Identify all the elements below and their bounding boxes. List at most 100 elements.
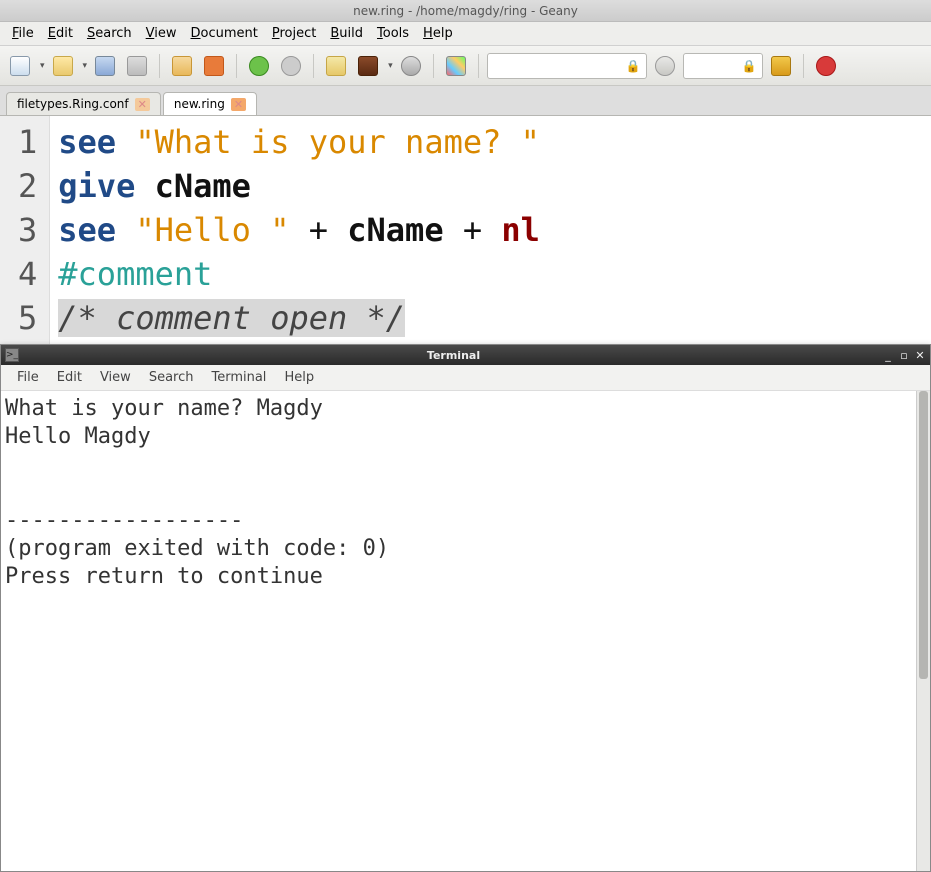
toolbar-separator bbox=[433, 54, 434, 78]
comment: #comment bbox=[58, 255, 212, 293]
code-content[interactable]: see "What is your name? " give cName see… bbox=[50, 116, 548, 344]
goto-line-button[interactable] bbox=[767, 52, 795, 80]
maximize-button[interactable]: ▫ bbox=[898, 349, 910, 362]
color-chooser-button[interactable] bbox=[442, 52, 470, 80]
close-tab-icon[interactable]: ✕ bbox=[231, 98, 246, 111]
tab-new-ring[interactable]: new.ring ✕ bbox=[163, 92, 257, 115]
code-editor[interactable]: 1 2 3 4 5 see "What is your name? " give… bbox=[0, 116, 931, 344]
terminal-output[interactable]: What is your name? Magdy Hello Magdy ---… bbox=[1, 391, 930, 871]
constant: nl bbox=[501, 211, 540, 249]
line-number: 5 bbox=[18, 296, 37, 340]
term-menu-terminal[interactable]: Terminal bbox=[203, 368, 274, 387]
line-gutter: 1 2 3 4 5 bbox=[0, 116, 50, 344]
search-input[interactable] bbox=[487, 53, 647, 79]
build-button[interactable] bbox=[354, 52, 382, 80]
open-file-icon bbox=[53, 56, 73, 76]
nav-back-button[interactable] bbox=[245, 52, 273, 80]
terminal-text: What is your name? Magdy Hello Magdy ---… bbox=[5, 396, 389, 589]
save-all-button[interactable] bbox=[123, 52, 151, 80]
terminal-titlebar[interactable]: >_ Terminal _ ▫ ✕ bbox=[1, 345, 930, 365]
line-number: 4 bbox=[18, 252, 37, 296]
build-icon bbox=[358, 56, 378, 76]
close-file-icon bbox=[204, 56, 224, 76]
term-menu-search[interactable]: Search bbox=[141, 368, 202, 387]
nav-forward-icon bbox=[281, 56, 301, 76]
terminal-scrollbar[interactable] bbox=[916, 391, 930, 871]
execute-icon bbox=[401, 56, 421, 76]
term-menu-edit[interactable]: Edit bbox=[49, 368, 90, 387]
toolbar-separator bbox=[803, 54, 804, 78]
compile-button[interactable] bbox=[322, 52, 350, 80]
quit-button[interactable] bbox=[812, 52, 840, 80]
geany-toolbar: ▾ ▾ ▾ 🔒 🔒 bbox=[0, 46, 931, 86]
line-number: 1 bbox=[18, 120, 37, 164]
menu-help[interactable]: Help bbox=[417, 24, 459, 43]
revert-button[interactable] bbox=[168, 52, 196, 80]
tab-label: new.ring bbox=[174, 97, 225, 111]
toolbar-separator bbox=[236, 54, 237, 78]
keyword: see bbox=[58, 123, 116, 161]
toolbar-separator bbox=[159, 54, 160, 78]
minimize-button[interactable]: _ bbox=[882, 349, 894, 362]
term-menu-file[interactable]: File bbox=[9, 368, 47, 387]
menu-document[interactable]: Document bbox=[185, 24, 264, 43]
operator: + bbox=[289, 211, 347, 249]
string-literal: "Hello " bbox=[135, 211, 289, 249]
terminal-menubar: File Edit View Search Terminal Help bbox=[1, 365, 930, 391]
new-file-icon bbox=[10, 56, 30, 76]
term-menu-view[interactable]: View bbox=[92, 368, 139, 387]
terminal-icon: >_ bbox=[5, 348, 19, 362]
menu-view[interactable]: View bbox=[140, 24, 183, 43]
goto-field-wrap: 🔒 bbox=[683, 53, 763, 79]
toolbar-separator bbox=[313, 54, 314, 78]
menu-project[interactable]: Project bbox=[266, 24, 323, 43]
terminal-title: Terminal bbox=[25, 349, 882, 362]
menu-build[interactable]: Build bbox=[324, 24, 369, 43]
tab-filetypes-conf[interactable]: filetypes.Ring.conf ✕ bbox=[6, 92, 161, 115]
identifier: cName bbox=[155, 167, 251, 205]
find-button[interactable] bbox=[651, 52, 679, 80]
menu-tools[interactable]: Tools bbox=[371, 24, 415, 43]
terminal-window: >_ Terminal _ ▫ ✕ File Edit View Search … bbox=[0, 344, 931, 872]
toolbar-separator bbox=[478, 54, 479, 78]
save-icon bbox=[95, 56, 115, 76]
compile-icon bbox=[326, 56, 346, 76]
nav-forward-button[interactable] bbox=[277, 52, 305, 80]
color-icon bbox=[446, 56, 466, 76]
line-number: 3 bbox=[18, 208, 37, 252]
geany-title-text: new.ring - /home/magdy/ring - Geany bbox=[353, 4, 578, 18]
open-recent-dropdown[interactable]: ▾ bbox=[83, 61, 88, 71]
execute-button[interactable] bbox=[397, 52, 425, 80]
new-file-button[interactable] bbox=[6, 52, 34, 80]
operator: + bbox=[444, 211, 502, 249]
save-all-icon bbox=[127, 56, 147, 76]
string-literal: "What is your name? " bbox=[135, 123, 540, 161]
term-menu-help[interactable]: Help bbox=[276, 368, 322, 387]
nav-back-icon bbox=[249, 56, 269, 76]
build-dropdown[interactable]: ▾ bbox=[388, 61, 393, 71]
scrollbar-thumb[interactable] bbox=[919, 391, 928, 679]
menu-file[interactable]: File bbox=[6, 24, 40, 43]
geany-titlebar: new.ring - /home/magdy/ring - Geany bbox=[0, 0, 931, 22]
close-window-button[interactable]: ✕ bbox=[914, 349, 926, 362]
close-tab-icon[interactable]: ✕ bbox=[135, 98, 150, 111]
keyword: see bbox=[58, 211, 116, 249]
quit-icon bbox=[816, 56, 836, 76]
new-file-dropdown[interactable]: ▾ bbox=[40, 61, 45, 71]
block-comment: /* comment open */ bbox=[58, 299, 405, 337]
menu-edit[interactable]: Edit bbox=[42, 24, 79, 43]
lock-icon: 🔒 bbox=[626, 59, 641, 73]
close-file-button[interactable] bbox=[200, 52, 228, 80]
search-icon bbox=[655, 56, 675, 76]
save-button[interactable] bbox=[91, 52, 119, 80]
tab-label: filetypes.Ring.conf bbox=[17, 97, 129, 111]
document-tabs: filetypes.Ring.conf ✕ new.ring ✕ bbox=[0, 86, 931, 116]
window-controls: _ ▫ ✕ bbox=[882, 349, 926, 362]
keyword: give bbox=[58, 167, 135, 205]
open-file-button[interactable] bbox=[49, 52, 77, 80]
geany-menubar: File Edit Search View Document Project B… bbox=[0, 22, 931, 46]
line-number: 2 bbox=[18, 164, 37, 208]
identifier: cName bbox=[347, 211, 443, 249]
menu-search[interactable]: Search bbox=[81, 24, 138, 43]
search-field-wrap: 🔒 bbox=[487, 53, 647, 79]
